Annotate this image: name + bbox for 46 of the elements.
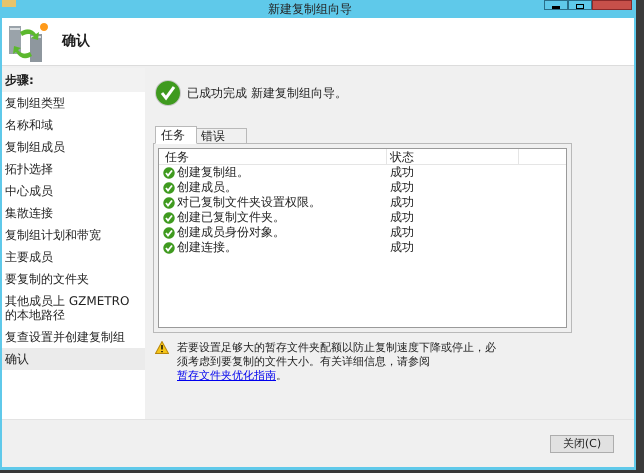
tab[interactable]: 错误 [197,128,247,144]
window-title: 新建复制组向导 [268,1,352,17]
table-cell-text: 成功 [389,210,414,225]
table-cell-text: 成功 [389,225,414,240]
tab[interactable]: 任务 [155,126,197,144]
step-item: 复制组成员 [4,139,66,156]
table-cell: 创建已复制文件夹。 [177,210,285,225]
page-title: 确认 [62,32,90,51]
table-cell: 对已复制文件夹设置权限。 [177,195,321,210]
step-item: 要复制的文件夹 [4,271,90,288]
table-cell-text: 成功 [389,195,414,210]
step-item: 复制组类型 [4,95,66,112]
success-check-icon [163,166,175,178]
warning-text: 若要设置足够大的暂存文件夹配额以防止复制速度下降或停止，必须考虑到要复制的文件大小。有关详细信息，请参阅 暂存文件夹优化指南。 [177,341,497,383]
step-item: 复查设置并创建复制组 [4,329,126,346]
success-check-icon [163,196,175,208]
success-check-icon [155,80,181,106]
step-item: 其他成员上 GZMETRO 的本地路径 [4,293,130,324]
success-check-icon [163,242,175,254]
warning-icon [155,341,169,354]
folder-icon [2,0,16,8]
step-item: 中心成员 [4,183,54,200]
step-item: 拓扑选择 [4,161,54,178]
close-button[interactable]: 关闭(C) [550,434,614,452]
success-check-icon [163,212,175,224]
column-header[interactable]: 任务 [159,149,387,164]
step-item: 复制组计划和带宽 [4,227,102,244]
table-cell: 创建成员。 [177,180,237,195]
step-item: 名称和域 [4,117,54,134]
maximize-button[interactable] [568,0,592,10]
table-cell: 创建复制组。 [177,165,249,180]
table-cell-text: 成功 [389,180,414,195]
table-cell: 创建连接。 [177,240,237,255]
help-link[interactable]: 暂存文件夹优化指南 [177,369,276,382]
minimize-button[interactable] [544,0,568,10]
table-cell-text: 成功 [389,240,414,255]
table-cell: 创建成员身份对象。 [177,225,285,240]
success-check-icon [163,226,175,238]
success-message: 已成功完成 新建复制组向导。 [187,85,347,102]
step-item: 集散连接 [4,205,54,222]
step-item: 主要成员 [4,249,54,266]
step-item: 确认 [2,348,145,370]
column-header[interactable]: 状态 [387,149,519,164]
success-check-icon [163,182,175,194]
steps-heading: 步骤: [2,68,145,92]
table-cell-text: 成功 [389,165,414,180]
